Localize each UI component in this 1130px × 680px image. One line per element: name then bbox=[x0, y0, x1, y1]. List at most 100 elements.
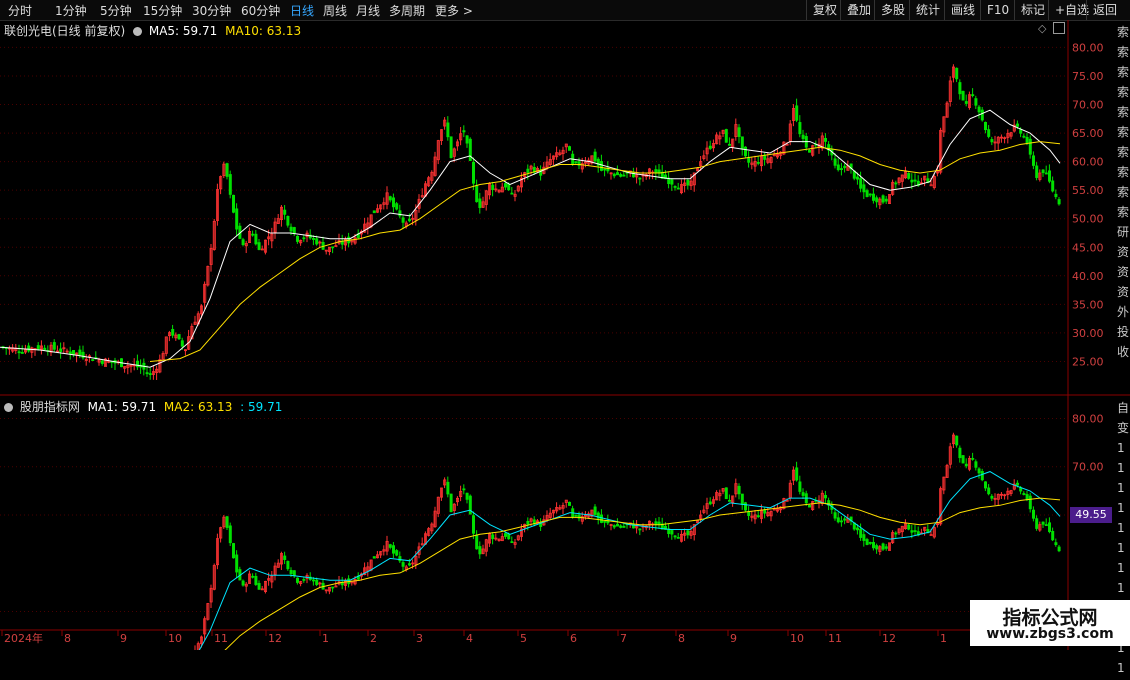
indicator-candle bbox=[955, 435, 959, 446]
side-strip-char: 1 bbox=[1117, 561, 1125, 575]
price-candle bbox=[574, 161, 578, 164]
y-tick-label: 70.00 bbox=[1072, 99, 1104, 112]
indicator-candle bbox=[958, 447, 962, 459]
price-candle bbox=[929, 184, 933, 187]
price-candle bbox=[907, 172, 911, 179]
price-candle bbox=[1048, 170, 1052, 182]
price-candle bbox=[388, 196, 392, 201]
price-candle bbox=[840, 168, 844, 170]
price-candle bbox=[984, 122, 988, 131]
indicator-candle bbox=[824, 494, 828, 499]
x-tick-label: 8 bbox=[64, 632, 71, 645]
side-strip-char: 索 bbox=[1117, 145, 1130, 159]
price-candle bbox=[180, 340, 184, 347]
price-candle bbox=[231, 194, 235, 213]
price-candle bbox=[756, 161, 760, 164]
price-candle bbox=[612, 173, 616, 177]
price-candle bbox=[670, 179, 674, 185]
indicator-candle bbox=[616, 523, 620, 527]
indicator-candle bbox=[708, 501, 712, 505]
indicator-candle bbox=[407, 563, 411, 566]
current-value-badge: 49.55 bbox=[1070, 507, 1112, 523]
price-candle bbox=[135, 360, 139, 368]
side-strip-char: 研 bbox=[1117, 225, 1130, 239]
side-strip-char: 资 bbox=[1117, 245, 1130, 259]
price-candle bbox=[910, 179, 914, 183]
price-candle bbox=[257, 242, 261, 250]
indicator-candle bbox=[724, 487, 728, 500]
x-tick-label: 10 bbox=[790, 632, 804, 645]
y-tick-label: 45.00 bbox=[1072, 241, 1104, 254]
price-candle bbox=[600, 161, 604, 171]
indicator-candle bbox=[1057, 546, 1061, 552]
price-candle bbox=[401, 217, 405, 223]
indicator-candle bbox=[913, 530, 917, 532]
price-candle bbox=[446, 122, 450, 138]
y-tick-label: 80.00 bbox=[1072, 41, 1104, 54]
indicator-candle bbox=[974, 461, 978, 468]
indicator-candle bbox=[859, 528, 863, 538]
price-candle bbox=[833, 158, 837, 166]
x-tick-label: 1 bbox=[940, 632, 947, 645]
indicator-candle bbox=[894, 532, 898, 535]
indicator-candle bbox=[395, 550, 399, 556]
x-tick-label: 12 bbox=[882, 632, 896, 645]
x-tick-label: 2 bbox=[370, 632, 377, 645]
indicator-candle bbox=[593, 506, 597, 515]
price-candle bbox=[872, 193, 876, 201]
indicator-candle bbox=[673, 535, 677, 538]
price-candle bbox=[465, 135, 469, 144]
indicator-candle bbox=[843, 518, 847, 521]
side-strip-char: 资 bbox=[1117, 265, 1130, 279]
indicator-candle bbox=[471, 515, 475, 534]
indicator-candle bbox=[747, 511, 751, 516]
kline-chart[interactable]: 80.00 75.00 70.00 65.00 60.00 55.00 50.00 45.00… bbox=[0, 0, 1130, 650]
side-strip-char: 索 bbox=[1117, 185, 1130, 199]
indicator-candle bbox=[1044, 524, 1048, 527]
indicator-candle bbox=[868, 542, 872, 544]
watermark: 指标公式网 www.zbgs3.com bbox=[970, 600, 1130, 646]
price-candle bbox=[289, 226, 293, 232]
price-candle bbox=[1041, 169, 1045, 173]
price-candle bbox=[676, 187, 680, 190]
indicator-candle bbox=[865, 539, 869, 545]
price-candle bbox=[798, 122, 802, 135]
price-candle bbox=[740, 136, 744, 150]
price-candle bbox=[1028, 138, 1032, 155]
price-candle bbox=[225, 163, 229, 177]
price-candle bbox=[1032, 155, 1036, 166]
price-candle bbox=[241, 239, 245, 245]
price-candle bbox=[391, 197, 395, 208]
price-candle bbox=[616, 172, 620, 176]
indicator-candle bbox=[910, 530, 914, 533]
price-candle bbox=[568, 146, 572, 151]
indicator-candle bbox=[833, 512, 837, 519]
price-candle bbox=[491, 184, 495, 191]
indicator-candle bbox=[302, 578, 306, 581]
indicator-candle bbox=[1022, 493, 1026, 495]
price-candle bbox=[747, 157, 751, 163]
price-candle bbox=[145, 372, 149, 375]
x-tick-label: 1 bbox=[322, 632, 329, 645]
indicator-candle bbox=[1054, 542, 1058, 546]
price-candle bbox=[407, 218, 411, 222]
indicator-candle bbox=[568, 501, 572, 506]
price-candle bbox=[795, 105, 799, 121]
x-tick-label: 7 bbox=[620, 632, 627, 645]
price-candle bbox=[17, 351, 21, 354]
price-candle bbox=[862, 184, 866, 193]
x-tick-label: 11 bbox=[828, 632, 842, 645]
price-candle bbox=[302, 237, 306, 240]
price-candle bbox=[36, 345, 40, 350]
price-candle bbox=[708, 145, 712, 149]
price-candle bbox=[1057, 199, 1061, 205]
indicator-candle bbox=[836, 517, 840, 523]
price-candle bbox=[283, 209, 287, 215]
indicator-candle bbox=[283, 555, 287, 560]
indicator-candle bbox=[503, 533, 507, 537]
side-strip-char: 变 bbox=[1117, 421, 1130, 435]
price-candle bbox=[1016, 123, 1020, 127]
watermark-url: www.zbgs3.com bbox=[986, 626, 1114, 642]
side-strip-char: 索 bbox=[1117, 45, 1130, 59]
y-tick-label-lower: 80.00 bbox=[1072, 412, 1104, 425]
